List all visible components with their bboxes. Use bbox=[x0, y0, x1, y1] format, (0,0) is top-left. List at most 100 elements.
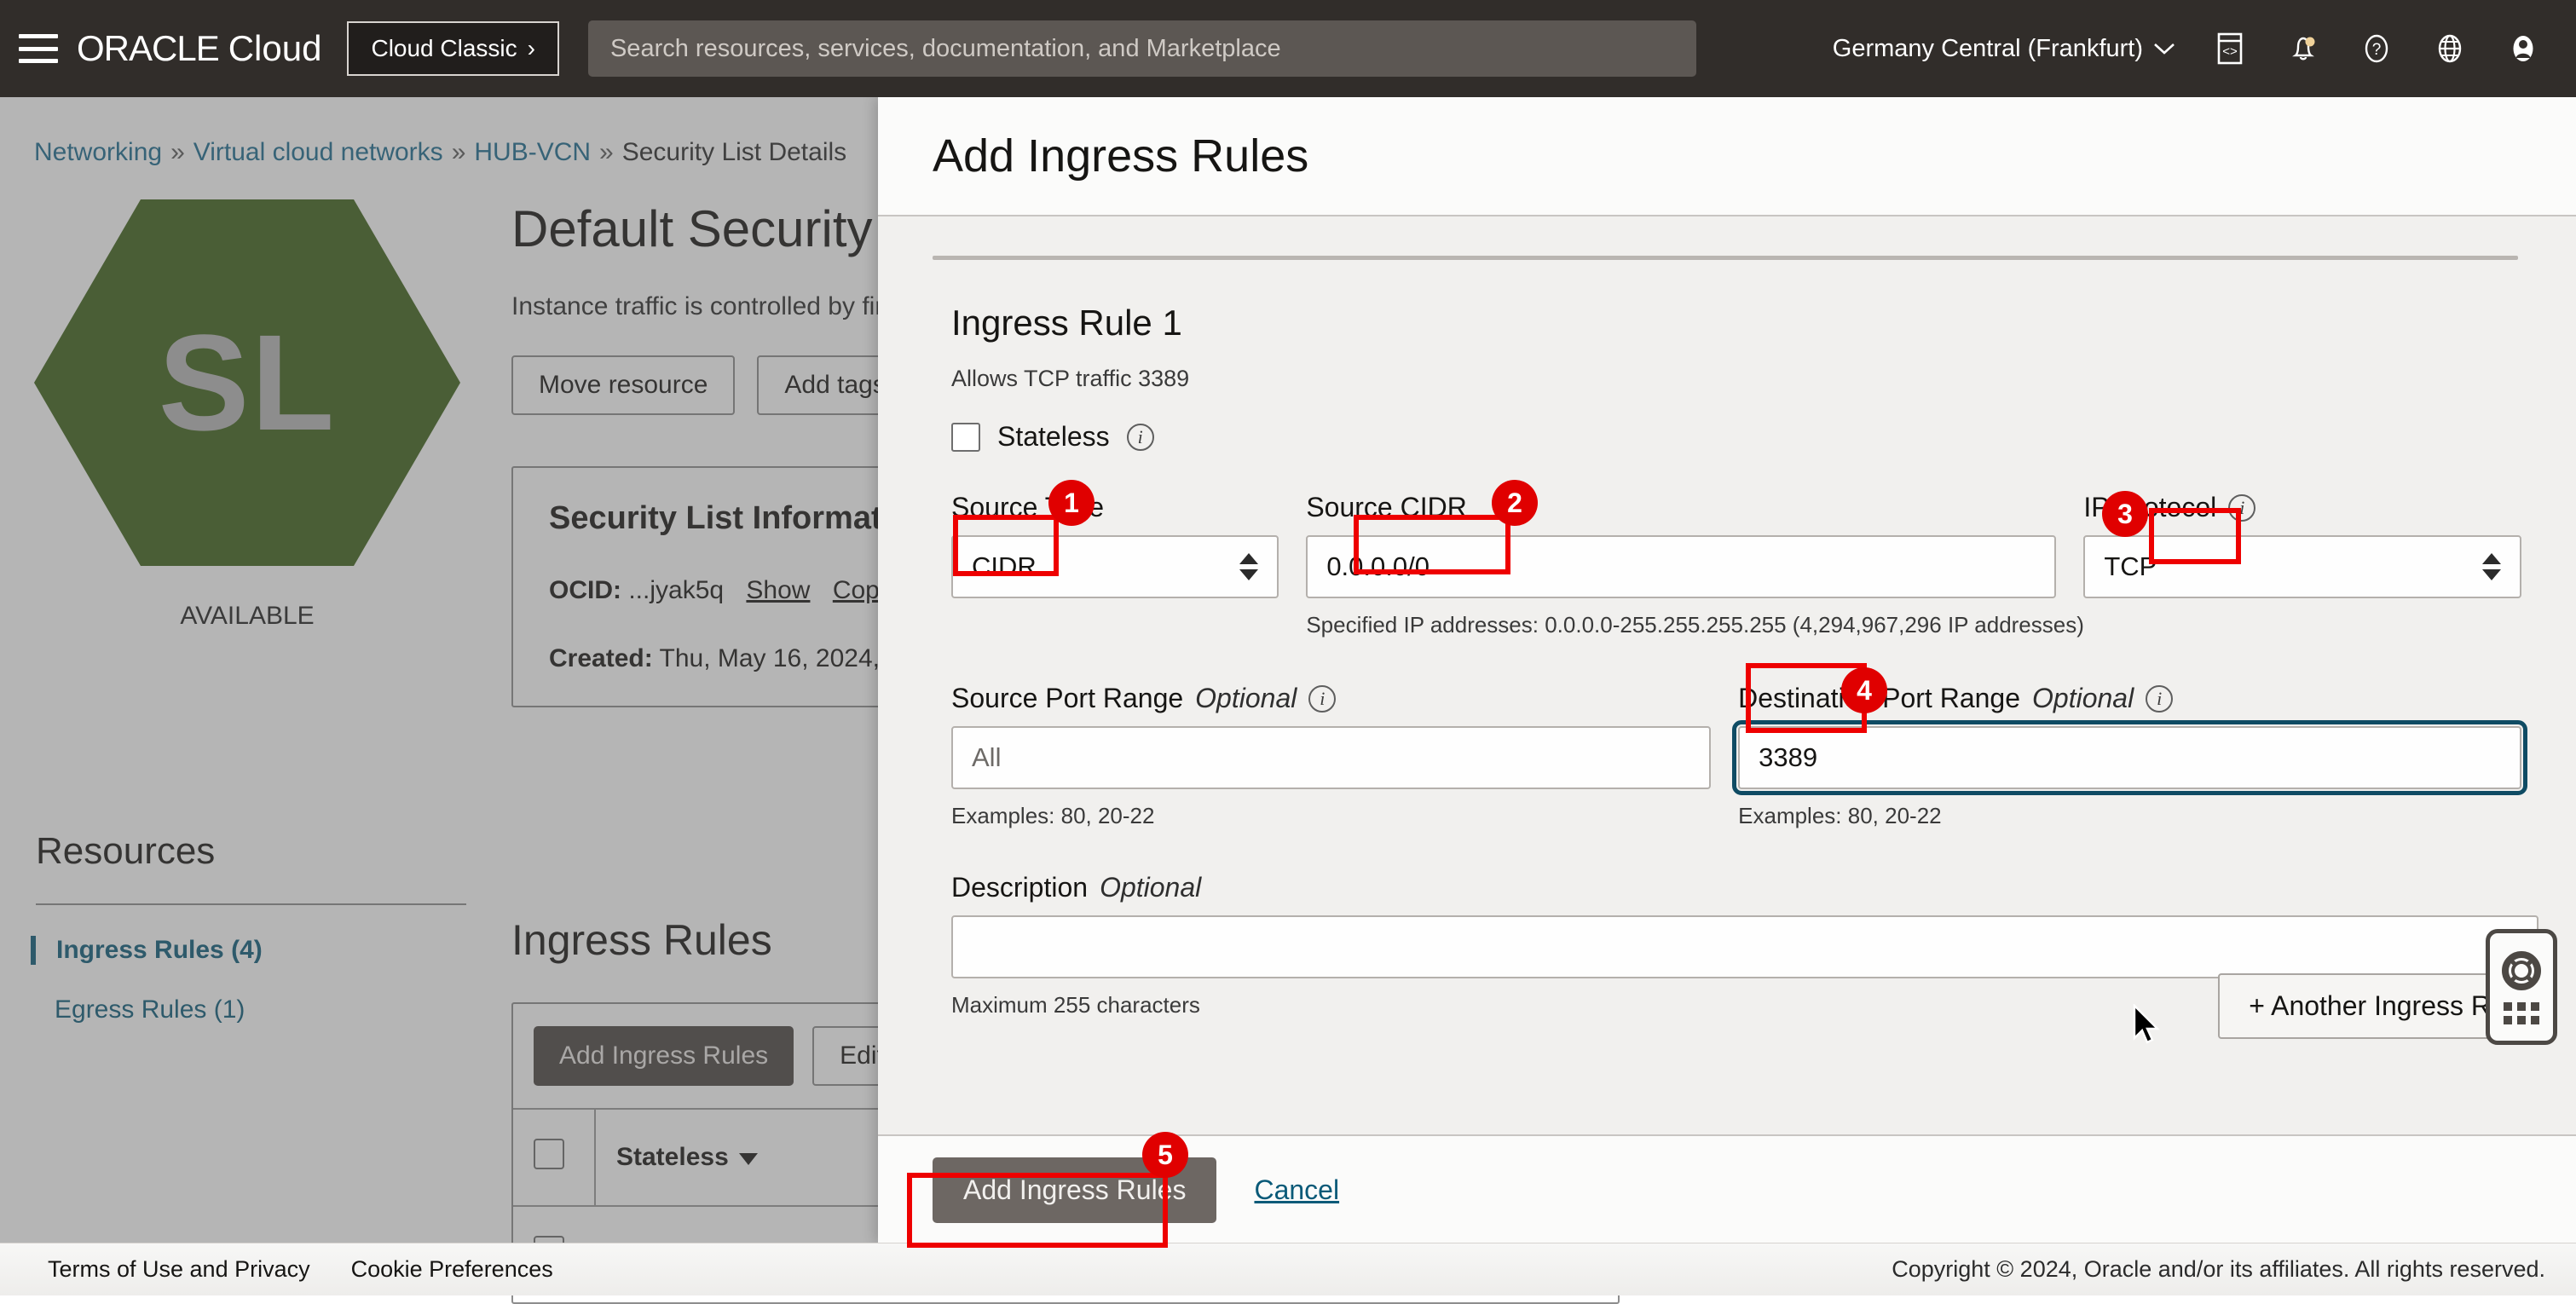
cloud-shell-icon[interactable]: <> bbox=[2211, 30, 2249, 67]
sidebar-item-egress-rules[interactable]: Egress Rules (1) bbox=[36, 995, 479, 1024]
sort-caret-icon bbox=[739, 1153, 758, 1165]
search-placeholder: Search resources, services, documentatio… bbox=[610, 35, 1281, 63]
breadcrumb-item-hub-vcn[interactable]: HUB-VCN bbox=[474, 138, 591, 167]
info-circle-icon[interactable]: i bbox=[1127, 424, 1154, 451]
stateless-row: Stateless i bbox=[933, 421, 2521, 453]
source-type-value: CIDR bbox=[972, 551, 1037, 582]
annotation-marker-1: 1 bbox=[1048, 480, 1095, 526]
source-cidr-help: Specified IP addresses: 0.0.0.0-255.255.… bbox=[1306, 612, 2056, 638]
source-type-label: Source Type bbox=[951, 492, 1279, 523]
logo-oracle-text: ORACLE bbox=[77, 28, 219, 69]
resource-initials: SL bbox=[34, 199, 460, 566]
source-type-select[interactable]: CIDR bbox=[951, 535, 1279, 598]
annotation-marker-5: 5 bbox=[1142, 1132, 1188, 1178]
breadcrumb-separator: » bbox=[599, 138, 614, 167]
source-port-range-input[interactable]: All bbox=[951, 726, 1711, 789]
panel-footer: Add Ingress Rules Cancel bbox=[878, 1134, 2576, 1243]
ip-protocol-select[interactable]: TCP bbox=[2083, 535, 2521, 598]
source-port-range-label: Source Port Range Optional i bbox=[951, 683, 1711, 714]
resource-badge: SL AVAILABLE bbox=[34, 199, 460, 631]
notifications-bell-icon[interactable] bbox=[2284, 30, 2322, 67]
info-circle-icon[interactable]: i bbox=[1308, 685, 1336, 713]
description-input[interactable] bbox=[951, 915, 2538, 978]
page-footer: Terms of Use and Privacy Cookie Preferen… bbox=[0, 1243, 2576, 1295]
hamburger-menu-icon[interactable] bbox=[19, 34, 58, 63]
region-selector[interactable]: Germany Central (Frankfurt) bbox=[1833, 35, 2175, 63]
info-circle-icon[interactable]: i bbox=[2228, 494, 2255, 522]
breadcrumb-separator: » bbox=[452, 138, 466, 167]
source-port-range-placeholder: All bbox=[972, 742, 1001, 773]
source-cidr-field: Source CIDR 0.0.0.0/0 Specified IP addre… bbox=[1306, 492, 2056, 638]
annotation-marker-2: 2 bbox=[1492, 480, 1538, 526]
cloud-classic-label: Cloud Classic bbox=[371, 35, 517, 62]
column-label-stateless: Stateless bbox=[616, 1143, 729, 1171]
language-globe-icon[interactable] bbox=[2431, 30, 2469, 67]
stateless-checkbox[interactable] bbox=[951, 423, 980, 452]
ingress-rule-heading: Ingress Rule 1 bbox=[933, 303, 2521, 343]
source-cidr-label: Source CIDR bbox=[1306, 492, 2056, 523]
source-port-range-field: Source Port Range Optional i All Example… bbox=[951, 683, 1711, 829]
breadcrumb-item-networking[interactable]: Networking bbox=[34, 138, 162, 167]
sidebar-item-ingress-rules[interactable]: Ingress Rules (4) bbox=[31, 936, 479, 965]
select-all-column bbox=[513, 1109, 595, 1206]
stateless-label: Stateless bbox=[997, 421, 1110, 453]
select-all-checkbox[interactable] bbox=[534, 1139, 564, 1169]
annotation-marker-3: 3 bbox=[2102, 491, 2148, 537]
ocid-label: OCID: bbox=[549, 576, 621, 604]
breadcrumb-item-virtual-cloud-networks[interactable]: Virtual cloud networks bbox=[193, 138, 443, 167]
chevron-updown-icon[interactable] bbox=[2482, 553, 2501, 580]
source-cidr-input[interactable]: 0.0.0.0/0 bbox=[1306, 535, 2056, 598]
source-port-range-help: Examples: 80, 20-22 bbox=[951, 803, 1711, 829]
add-ingress-rules-panel: Add Ingress Rules Ingress Rule 1 Allows … bbox=[878, 97, 2576, 1243]
svg-text:<>: <> bbox=[2222, 44, 2238, 59]
ocid-value: ...jyak5q bbox=[628, 576, 724, 604]
help-question-icon[interactable]: ? bbox=[2358, 30, 2395, 67]
chevron-down-icon bbox=[2153, 42, 2175, 55]
ip-protocol-field: IP Protocol i TCP bbox=[2083, 492, 2521, 638]
created-label: Created: bbox=[549, 644, 653, 672]
terms-link[interactable]: Terms of Use and Privacy bbox=[48, 1256, 310, 1283]
chevron-right-icon: › bbox=[528, 35, 535, 62]
cancel-link[interactable]: Cancel bbox=[1254, 1174, 1339, 1206]
source-port-range-label-text: Source Port Range bbox=[951, 683, 1183, 714]
created-value: Thu, May 16, 2024, 0 bbox=[660, 644, 902, 672]
description-optional: Optional bbox=[1100, 872, 1201, 903]
panel-title: Add Ingress Rules bbox=[933, 130, 1308, 182]
field-row-1: Source Type CIDR Source CIDR 0.0.0.0/0 S… bbox=[933, 492, 2521, 638]
ingress-rule-summary: Allows TCP traffic 3389 bbox=[933, 366, 2521, 392]
source-port-range-optional: Optional bbox=[1195, 683, 1297, 714]
ip-protocol-value: TCP bbox=[2104, 551, 2157, 582]
move-resource-button[interactable]: Move resource bbox=[511, 355, 735, 415]
footer-copyright: Copyright © 2024, Oracle and/or its affi… bbox=[1892, 1256, 2545, 1283]
another-ingress-rule-button[interactable]: + Another Ingress R bbox=[2218, 973, 2521, 1039]
support-help-widget[interactable] bbox=[2486, 929, 2557, 1045]
top-navigation-bar: ORACLE Cloud Cloud Classic › Search reso… bbox=[0, 0, 2576, 97]
description-label: Description Optional bbox=[951, 872, 2538, 903]
breadcrumb-separator: » bbox=[170, 138, 185, 167]
source-cidr-value: 0.0.0.0/0 bbox=[1326, 551, 1430, 582]
description-label-text: Description bbox=[951, 872, 1088, 903]
destination-port-range-input[interactable]: 3389 bbox=[1738, 726, 2521, 789]
logo-cloud-text: Cloud bbox=[228, 28, 322, 69]
chevron-updown-icon[interactable] bbox=[1239, 553, 1258, 580]
cloud-classic-button[interactable]: Cloud Classic › bbox=[347, 21, 559, 76]
user-avatar-icon[interactable] bbox=[2504, 30, 2542, 67]
search-input[interactable]: Search resources, services, documentatio… bbox=[588, 20, 1696, 77]
oracle-cloud-logo[interactable]: ORACLE Cloud bbox=[77, 28, 321, 69]
annotation-marker-4: 4 bbox=[1841, 667, 1887, 713]
source-cidr-label-text: Source CIDR bbox=[1306, 492, 1467, 523]
region-label: Germany Central (Frankfurt) bbox=[1833, 35, 2143, 63]
add-ingress-rules-button[interactable]: Add Ingress Rules bbox=[534, 1026, 794, 1086]
info-circle-icon[interactable]: i bbox=[2146, 685, 2173, 713]
cookie-preferences-link[interactable]: Cookie Preferences bbox=[351, 1256, 553, 1283]
destination-port-range-optional: Optional bbox=[2032, 683, 2134, 714]
footer-links: Terms of Use and Privacy Cookie Preferen… bbox=[48, 1256, 553, 1283]
resources-title: Resources bbox=[36, 830, 479, 873]
nav-right-group: Germany Central (Frankfurt) <> ? bbox=[1833, 30, 2576, 67]
field-row-2: Source Port Range Optional i All Example… bbox=[933, 683, 2521, 829]
status-badge: AVAILABLE bbox=[34, 602, 460, 631]
ocid-show-link[interactable]: Show bbox=[746, 576, 810, 604]
ip-protocol-label: IP Protocol i bbox=[2083, 492, 2521, 523]
panel-body: Ingress Rule 1 Allows TCP traffic 3389 S… bbox=[878, 216, 2576, 1134]
destination-port-range-help: Examples: 80, 20-22 bbox=[1738, 803, 2521, 829]
